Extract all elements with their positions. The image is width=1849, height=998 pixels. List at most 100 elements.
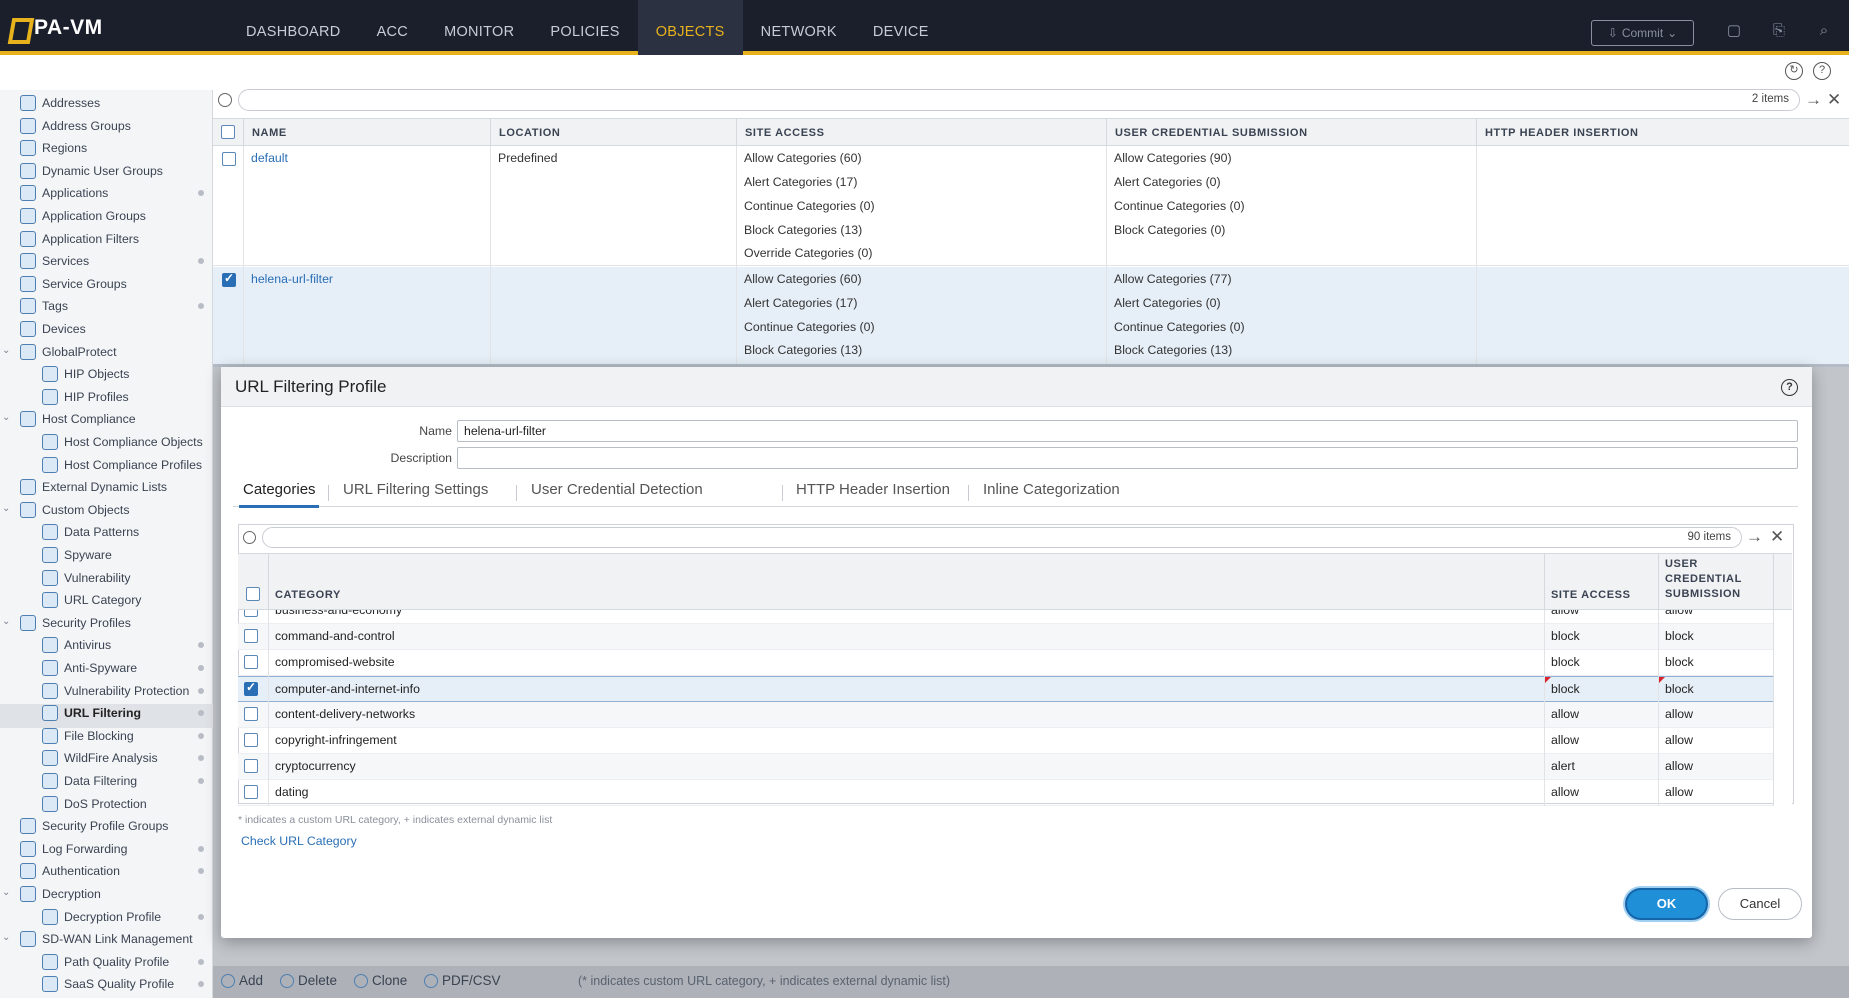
- filter-input[interactable]: 2 items: [238, 89, 1800, 111]
- grid-scrollbar[interactable]: [1773, 610, 1792, 806]
- site-access-value[interactable]: allow: [1551, 610, 1579, 617]
- sidebar-item-applications[interactable]: Applications: [20, 182, 108, 204]
- user-cred-value[interactable]: allow: [1665, 733, 1693, 747]
- sidebar-item-dos-protection[interactable]: DoS Protection: [42, 793, 147, 815]
- description-field[interactable]: [457, 447, 1798, 469]
- nav-network[interactable]: NETWORK: [743, 0, 855, 55]
- sidebar-item-authentication[interactable]: Authentication: [20, 860, 120, 882]
- tab-http-header-insertion[interactable]: HTTP Header Insertion: [796, 481, 950, 507]
- tab-inline-categorization[interactable]: Inline Categorization: [983, 481, 1120, 507]
- select-all-checkbox[interactable]: [246, 587, 260, 601]
- sidebar-item-url-filtering[interactable]: URL Filtering: [42, 702, 141, 724]
- sidebar-item-data-filtering[interactable]: Data Filtering: [42, 770, 137, 792]
- sidebar-item-decryption-profile[interactable]: Decryption Profile: [42, 906, 161, 928]
- row-checkbox[interactable]: [244, 629, 258, 643]
- name-field[interactable]: helena-url-filter: [457, 420, 1798, 442]
- site-access-value[interactable]: allow: [1551, 707, 1579, 721]
- sidebar-item-vulnerability[interactable]: Vulnerability: [42, 567, 131, 589]
- user-cred-value[interactable]: allow: [1665, 610, 1693, 617]
- add-button[interactable]: Add: [221, 973, 263, 988]
- col-user-credential-line3[interactable]: SUBMISSION: [1665, 587, 1741, 602]
- table-row[interactable]: default Predefined Allow Categories (60)…: [213, 146, 1849, 266]
- table-row[interactable]: command-and-control block block: [238, 624, 1773, 650]
- col-name[interactable]: NAME: [243, 119, 490, 147]
- row-checkbox[interactable]: [222, 271, 236, 287]
- sidebar-item-sd-wan-link-management[interactable]: ⌄ SD-WAN Link Management: [2, 928, 193, 950]
- expand-caret-icon[interactable]: ⌄: [2, 345, 10, 356]
- sidebar-item-decryption[interactable]: ⌄ Decryption: [2, 883, 101, 905]
- user-cred-value[interactable]: allow: [1665, 707, 1693, 721]
- sidebar-item-security-profile-groups[interactable]: Security Profile Groups: [20, 815, 168, 837]
- help-icon[interactable]: ?: [1781, 379, 1798, 396]
- sidebar-item-external-dynamic-lists[interactable]: External Dynamic Lists: [20, 476, 167, 498]
- sidebar-item-tags[interactable]: Tags: [20, 295, 68, 317]
- table-row[interactable]: business-and-economy allow allow: [238, 610, 1773, 624]
- nav-dashboard[interactable]: DASHBOARD: [228, 0, 359, 55]
- sidebar-item-url-category[interactable]: URL Category: [42, 589, 141, 611]
- col-category[interactable]: CATEGORY: [275, 588, 341, 603]
- sidebar-item-file-blocking[interactable]: File Blocking: [42, 725, 134, 747]
- sidebar-item-application-groups[interactable]: Application Groups: [20, 205, 146, 227]
- sidebar-item-host-compliance[interactable]: ⌄ Host Compliance: [2, 408, 136, 430]
- user-cred-value[interactable]: block: [1665, 682, 1694, 696]
- site-access-value[interactable]: allow: [1551, 785, 1579, 799]
- col-user-credential[interactable]: USER CREDENTIAL SUBMISSION: [1106, 119, 1476, 147]
- row-checkbox[interactable]: [244, 655, 258, 669]
- site-access-value[interactable]: block: [1551, 655, 1580, 669]
- config-lock-icon[interactable]: ▢: [1725, 22, 1743, 40]
- commit-button[interactable]: ⇩ Commit ⌄: [1591, 20, 1694, 46]
- row-checkbox[interactable]: [244, 733, 258, 747]
- sidebar-item-addresses[interactable]: Addresses: [20, 92, 100, 114]
- sidebar-item-globalprotect[interactable]: ⌄ GlobalProtect: [2, 341, 117, 363]
- expand-caret-icon[interactable]: ⌄: [2, 932, 10, 943]
- row-checkbox[interactable]: [222, 152, 236, 166]
- nav-acc[interactable]: ACC: [359, 0, 427, 55]
- clear-filter-icon[interactable]: ✕: [1770, 527, 1784, 547]
- row-checkbox[interactable]: [244, 785, 258, 799]
- row-checkbox[interactable]: [244, 610, 258, 617]
- table-row[interactable]: cryptocurrency alert allow: [238, 754, 1773, 780]
- table-row[interactable]: copyright-infringement allow allow: [238, 728, 1773, 754]
- sidebar-item-hip-objects[interactable]: HIP Objects: [42, 363, 129, 385]
- apply-filter-icon[interactable]: →: [1805, 90, 1822, 110]
- ok-button[interactable]: OK: [1625, 888, 1708, 920]
- sidebar-item-dynamic-user-groups[interactable]: Dynamic User Groups: [20, 160, 163, 182]
- categories-filter-input[interactable]: 90 items: [262, 527, 1742, 548]
- sidebar-item-wildfire-analysis[interactable]: WildFire Analysis: [42, 747, 158, 769]
- sidebar-item-custom-objects[interactable]: ⌄ Custom Objects: [2, 499, 129, 521]
- expand-caret-icon[interactable]: ⌄: [2, 503, 10, 514]
- sidebar-item-security-profiles[interactable]: ⌄ Security Profiles: [2, 612, 131, 634]
- sidebar-item-host-compliance-objects[interactable]: Host Compliance Objects: [42, 431, 203, 453]
- user-cred-value[interactable]: block: [1665, 655, 1694, 669]
- select-all-checkbox[interactable]: [221, 125, 235, 139]
- check-url-category-link[interactable]: Check URL Category: [241, 834, 357, 848]
- sidebar-item-devices[interactable]: Devices: [20, 318, 86, 340]
- refresh-icon[interactable]: ↻: [1785, 62, 1803, 80]
- col-site-access[interactable]: SITE ACCESS: [736, 119, 1106, 147]
- sidebar-item-antivirus[interactable]: Antivirus: [42, 634, 111, 656]
- col-http-header[interactable]: HTTP HEADER INSERTION: [1476, 119, 1849, 147]
- sidebar-item-service-groups[interactable]: Service Groups: [20, 273, 127, 295]
- site-access-value[interactable]: allow: [1551, 733, 1579, 747]
- save-config-icon[interactable]: ⎘: [1770, 22, 1788, 40]
- sidebar-item-vulnerability-protection[interactable]: Vulnerability Protection: [42, 680, 189, 702]
- sidebar-item-log-forwarding[interactable]: Log Forwarding: [20, 838, 127, 860]
- clear-filter-icon[interactable]: ✕: [1827, 90, 1841, 110]
- row-checkbox[interactable]: [244, 680, 258, 696]
- sidebar-item-address-groups[interactable]: Address Groups: [20, 115, 131, 137]
- col-site-access[interactable]: SITE ACCESS: [1551, 588, 1631, 603]
- sidebar-item-hip-profiles[interactable]: HIP Profiles: [42, 386, 129, 408]
- row-checkbox[interactable]: [244, 707, 258, 721]
- sidebar-item-saas-quality-profile[interactable]: SaaS Quality Profile: [42, 973, 174, 995]
- sidebar-item-regions[interactable]: Regions: [20, 137, 87, 159]
- col-user-credential-line2[interactable]: CREDENTIAL: [1665, 572, 1742, 587]
- sidebar-item-data-patterns[interactable]: Data Patterns: [42, 521, 139, 543]
- user-cred-value[interactable]: allow: [1665, 759, 1693, 773]
- profile-name-link[interactable]: default: [251, 151, 288, 165]
- sidebar-item-host-compliance-profiles[interactable]: Host Compliance Profiles: [42, 454, 202, 476]
- delete-button[interactable]: Delete: [280, 973, 337, 988]
- table-row[interactable]: dating allow allow: [238, 780, 1773, 806]
- expand-caret-icon[interactable]: ⌄: [2, 616, 10, 627]
- tab-user-credential-detection[interactable]: User Credential Detection: [531, 481, 703, 507]
- tab-url-filtering-settings[interactable]: URL Filtering Settings: [343, 481, 488, 507]
